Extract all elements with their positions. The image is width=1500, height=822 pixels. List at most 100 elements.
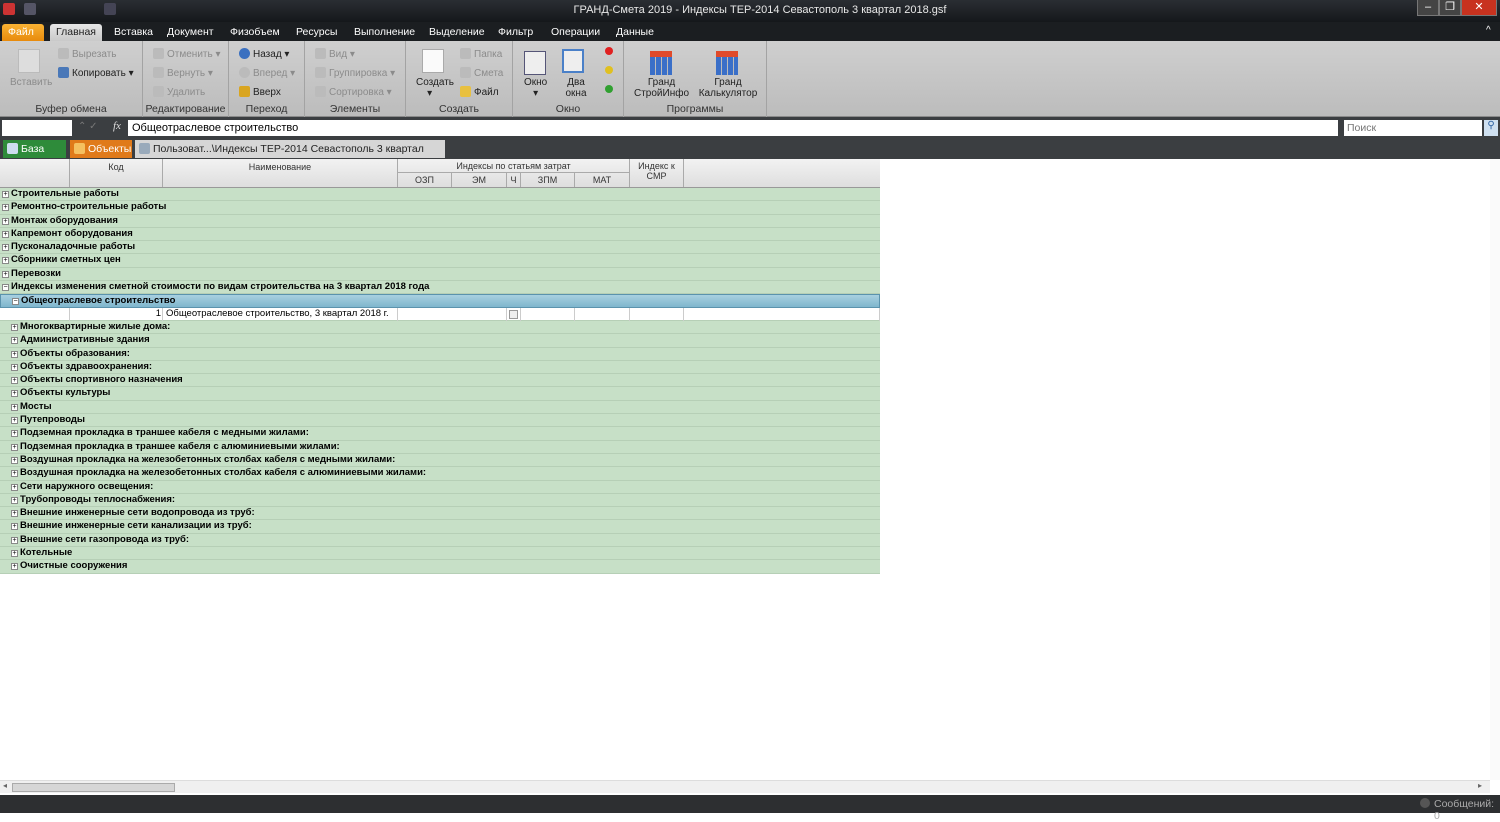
expand-icon[interactable]: + [11, 563, 18, 571]
tree-row[interactable]: + Перевозки [0, 267, 880, 282]
horizontal-scrollbar[interactable]: ◂ ▸ [0, 780, 1490, 793]
tab-objects[interactable]: Объекты [70, 140, 132, 158]
estimate-button[interactable]: Смета [460, 67, 503, 79]
grand-stroyinfo-button[interactable]: Гранд СтройИнфо [634, 77, 689, 99]
search-icon[interactable]: ⚲ [1484, 120, 1498, 136]
paste-button[interactable]: Вставить [10, 77, 52, 88]
expand-icon[interactable]: + [11, 430, 18, 438]
copy-button[interactable]: Копировать ▾ [58, 67, 134, 79]
expand-icon[interactable]: + [2, 257, 9, 265]
save-icon[interactable] [24, 3, 36, 15]
tab-data[interactable]: Данные [610, 24, 660, 41]
search-input[interactable] [1344, 120, 1482, 136]
expand-icon[interactable]: + [11, 417, 18, 425]
expand-icon[interactable]: + [2, 270, 9, 278]
expand-icon[interactable]: + [11, 550, 18, 558]
header-code[interactable]: Код [70, 159, 163, 187]
grand-calculator-button[interactable]: Гранд Калькулятор [697, 77, 759, 99]
tree-row[interactable]: + Котельные [0, 547, 880, 561]
print-icon[interactable] [104, 3, 116, 15]
table-row[interactable]: 1 Общеотраслевое строительство, 3 квартал… [0, 307, 880, 321]
red-pin-icon[interactable] [605, 47, 613, 55]
minimize-button[interactable]: – [1417, 0, 1439, 16]
expand-icon[interactable]: + [11, 470, 18, 478]
tree-row[interactable]: + Строительные работы [0, 188, 880, 202]
collapse-ribbon-icon[interactable]: ^ [1486, 25, 1491, 36]
header-mat[interactable]: МАТ [575, 173, 630, 187]
header-ch[interactable]: Ч [507, 173, 521, 187]
cut-button[interactable]: Вырезать [58, 48, 116, 60]
tree-row[interactable]: + Путепроводы [0, 414, 880, 428]
tree-row[interactable]: + Объекты здравоохранения: [0, 360, 880, 375]
tab-file[interactable]: Файл [2, 24, 44, 41]
expand-icon[interactable]: + [11, 483, 18, 491]
grid-cell[interactable] [630, 307, 684, 321]
tree-row[interactable]: + Объекты культуры [0, 387, 880, 401]
tab-operations[interactable]: Операции [545, 24, 606, 41]
tab-resources[interactable]: Ресурсы [290, 24, 343, 41]
tree-row[interactable]: + Сети наружного освещения: [0, 480, 880, 494]
tree-row[interactable]: + Воздушная прокладка на железобетонных с… [0, 467, 880, 481]
tree-row[interactable]: + Монтаж оборудования [0, 214, 880, 228]
tree-row[interactable]: + Внешние инженерные сети водопровода из … [0, 507, 880, 521]
collapse-icon[interactable]: − [2, 284, 9, 292]
forward-button[interactable]: Вперед ▾ [239, 67, 295, 79]
expand-icon[interactable]: + [2, 230, 9, 238]
expand-icon[interactable]: + [11, 390, 18, 398]
tab-base[interactable]: База [3, 140, 66, 158]
expand-icon[interactable]: + [11, 323, 18, 331]
expand-icon[interactable]: + [11, 377, 18, 385]
folder-button[interactable]: Папка [460, 48, 502, 60]
expand-icon[interactable]: + [11, 403, 18, 411]
tab-volume[interactable]: Физобъем [224, 24, 286, 41]
two-windows-button[interactable]: Два окна [561, 77, 591, 99]
expand-icon[interactable]: + [11, 536, 18, 544]
expand-icon[interactable]: + [11, 363, 18, 371]
scrollbar-thumb[interactable] [12, 783, 175, 792]
view-button[interactable]: Вид ▾ [315, 48, 355, 60]
grid-cell[interactable] [398, 307, 507, 321]
tree-row[interactable]: + Воздушная прокладка на железобетонных с… [0, 453, 880, 468]
expand-icon[interactable]: + [11, 443, 18, 451]
tab-file-document[interactable]: Пользоват...\Индексы ТЕР-2014 Севастопол… [135, 140, 445, 173]
expand-icon[interactable]: + [2, 204, 9, 212]
tree-row[interactable]: + Мосты [0, 400, 880, 415]
tree-row[interactable]: + Пусконаладочные работы [0, 241, 880, 255]
tree-row[interactable]: + Ремонтно-строительные работы [0, 201, 880, 215]
back-button[interactable]: Назад ▾ [239, 48, 289, 60]
scroll-left-icon[interactable]: ◂ [3, 781, 7, 790]
tree-row[interactable]: + Объекты образования: [0, 347, 880, 361]
tree-row[interactable]: + Многоквартирные жилые дома: [0, 320, 880, 335]
grid-cell[interactable] [575, 307, 630, 321]
tab-home[interactable]: Главная [50, 24, 102, 41]
tab-selection[interactable]: Выделение [423, 24, 491, 41]
sort-button[interactable]: Сортировка ▾ [315, 86, 392, 98]
file-button[interactable]: Файл [460, 86, 499, 98]
expand-icon[interactable]: + [2, 244, 9, 252]
tree-row[interactable]: + Сборники сметных цен [0, 254, 880, 268]
grid-cell[interactable] [0, 307, 70, 321]
green-pin-icon[interactable] [605, 85, 613, 93]
tree-row[interactable]: + Административные здания [0, 334, 880, 348]
undo-button[interactable]: Отменить ▾ [153, 48, 221, 60]
tab-document[interactable]: Документ [161, 24, 220, 41]
header-ozp[interactable]: ОЗП [398, 173, 452, 187]
delete-button[interactable]: Удалить [153, 86, 205, 98]
tree-row[interactable]: + Подземная прокладка в траншее кабеля с … [0, 427, 880, 441]
expand-icon[interactable]: + [11, 456, 18, 464]
tree-row[interactable]: + Внешние сети газопровода из труб: [0, 533, 880, 548]
window-button[interactable]: Окно ▾ [524, 77, 547, 99]
header-zpm[interactable]: ЗПМ [521, 173, 575, 187]
messages-count[interactable]: Сообщений: 0 [1434, 798, 1500, 822]
expand-icon[interactable]: + [11, 496, 18, 504]
header-name[interactable]: Наименование [163, 159, 398, 187]
create-button[interactable]: Создать ▾ [416, 77, 454, 99]
group-button[interactable]: Группировка ▾ [315, 67, 395, 79]
header-smr[interactable]: Индекс к СМР [630, 159, 684, 187]
expand-icon[interactable]: + [2, 191, 9, 198]
tree-row[interactable]: + Объекты спортивного назначения [0, 374, 880, 388]
expand-icon[interactable]: + [11, 337, 18, 345]
tree-row[interactable]: + Капремонт оборудования [0, 227, 880, 242]
redo-button[interactable]: Вернуть ▾ [153, 67, 213, 79]
expand-icon[interactable]: + [2, 217, 9, 225]
